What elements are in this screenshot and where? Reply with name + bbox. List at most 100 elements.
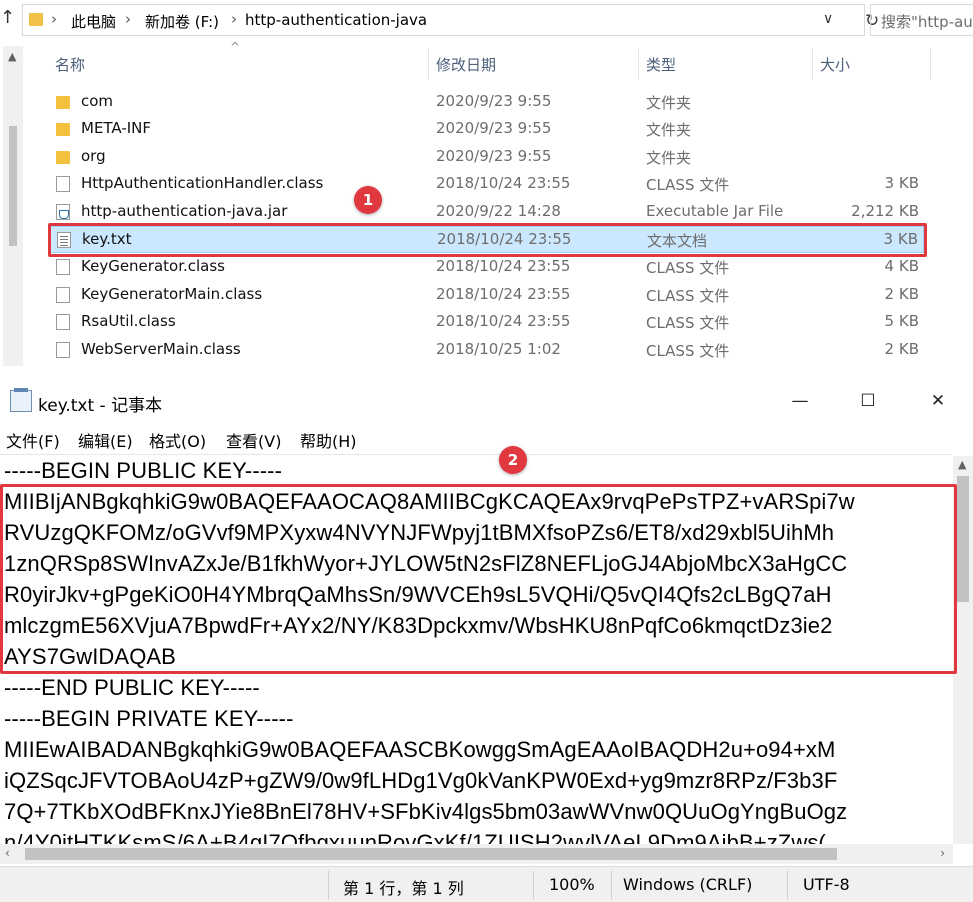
file-size: 2 KB — [884, 340, 919, 358]
column-divider[interactable] — [638, 48, 639, 80]
file-row[interactable]: WebServerMain.class 2018/10/25 1:02 CLAS… — [48, 337, 924, 364]
file-type: CLASS 文件 — [646, 259, 730, 277]
breadcrumb-folder[interactable]: http-authentication-java — [245, 11, 427, 29]
file-size: 4 KB — [884, 257, 919, 275]
maximize-button[interactable]: ☐ — [848, 386, 888, 416]
file-name: WebServerMain.class — [81, 340, 241, 358]
file-name: HttpAuthenticationHandler.class — [81, 174, 324, 192]
line-ending: Windows (CRLF) — [623, 875, 753, 894]
minimize-button[interactable]: — — [780, 386, 820, 416]
file-type: CLASS 文件 — [646, 342, 730, 360]
file-size: 2,212 KB — [851, 202, 919, 220]
folder-icon — [56, 123, 70, 136]
chevron-down-icon[interactable]: ∨ — [823, 11, 833, 27]
column-divider[interactable] — [812, 48, 813, 80]
file-type: CLASS 文件 — [646, 314, 730, 332]
file-type: 文件夹 — [646, 94, 692, 112]
file-type: CLASS 文件 — [646, 176, 730, 194]
notepad-window: key.txt - 记事本 — ☐ ✕ 文件(F) 编辑(E) 格式(O) 查看… — [0, 378, 973, 902]
column-header-date[interactable]: 修改日期 — [436, 54, 496, 86]
scroll-left-icon[interactable]: ‹ — [5, 846, 10, 860]
file-name: META-INF — [81, 119, 152, 137]
highlight-box — [0, 484, 957, 674]
text-line: -----BEGIN PRIVATE KEY----- — [4, 706, 294, 731]
scroll-up-icon[interactable]: ▲ — [8, 50, 16, 63]
chevron-right-icon: › — [51, 10, 57, 28]
column-divider[interactable] — [930, 48, 931, 80]
status-divider — [328, 871, 329, 899]
cursor-position: 第 1 行，第 1 列 — [343, 879, 464, 898]
file-date: 2018/10/24 23:55 — [436, 174, 571, 192]
file-row[interactable]: RsaUtil.class 2018/10/24 23:55 CLASS 文件 … — [48, 309, 924, 336]
file-date: 2018/10/24 23:55 — [436, 257, 571, 275]
chevron-right-icon: › — [125, 10, 131, 28]
column-header-name[interactable]: 名称 — [55, 54, 85, 86]
column-divider[interactable] — [428, 48, 429, 80]
search-placeholder: 搜索"http-au — [881, 13, 973, 31]
scrollbar-thumb[interactable] — [25, 848, 837, 860]
column-header-type[interactable]: 类型 — [646, 54, 676, 86]
jar-icon — [56, 204, 70, 220]
close-button[interactable]: ✕ — [918, 386, 958, 416]
search-input[interactable]: 搜索"http-au — [870, 4, 973, 36]
file-date: 2020/9/23 9:55 — [436, 92, 552, 110]
text-line: 7Q+7TKbXOdBFKnxJYie8BnEl78HV+SFbKiv4lgs5… — [4, 799, 848, 824]
file-type: CLASS 文件 — [646, 287, 730, 305]
file-name: RsaUtil.class — [81, 312, 176, 330]
breadcrumb-drive[interactable]: 新加卷 (F:) — [145, 11, 219, 32]
file-icon — [56, 342, 70, 358]
text-line: -----END PUBLIC KEY----- — [4, 675, 260, 700]
scroll-right-icon[interactable]: › — [940, 846, 945, 860]
file-icon — [56, 259, 70, 275]
file-row[interactable]: http-authentication-java.jar 2020/9/22 1… — [48, 199, 924, 226]
file-date: 2018/10/24 23:55 — [436, 312, 571, 330]
menu-edit[interactable]: 编辑(E) — [78, 428, 133, 452]
navigation-scrollbar[interactable]: ▲ — [3, 46, 23, 366]
text-line: -----BEGIN PUBLIC KEY----- — [4, 458, 283, 483]
file-size: 2 KB — [884, 285, 919, 303]
folder-icon — [56, 96, 70, 109]
scrollbar-thumb[interactable] — [9, 126, 17, 246]
file-type: Executable Jar File — [646, 202, 784, 220]
address-row: ↑ › 此电脑 › 新加卷 (F:) › http-authentication… — [0, 0, 973, 42]
file-row[interactable]: KeyGeneratorMain.class 2018/10/24 23:55 … — [48, 282, 924, 309]
folder-icon — [29, 13, 43, 26]
file-icon — [56, 314, 70, 330]
scrollbar-thumb[interactable] — [957, 476, 969, 602]
editor-horizontal-scrollbar[interactable]: ‹ › — [0, 844, 953, 864]
encoding: UTF-8 — [803, 875, 850, 894]
text-line: MIIEwAIBADANBgkqhkiG9w0BAQEFAASCBKowggSm… — [4, 737, 836, 762]
up-arrow-icon[interactable]: ↑ — [0, 7, 18, 35]
scroll-up-icon[interactable]: ▲ — [958, 458, 966, 471]
file-date: 2020/9/23 9:55 — [436, 119, 552, 137]
file-name: org — [81, 147, 106, 165]
breadcrumb-this-pc[interactable]: 此电脑 — [71, 11, 116, 32]
column-header-size[interactable]: 大小 — [820, 54, 850, 86]
highlight-box — [48, 223, 927, 257]
window-title: key.txt - 记事本 — [38, 396, 163, 416]
zoom-level: 100% — [549, 875, 595, 894]
file-date: 2018/10/25 1:02 — [436, 340, 561, 358]
menu-view[interactable]: 查看(V) — [226, 428, 281, 452]
address-bar[interactable]: › 此电脑 › 新加卷 (F:) › http-authentication-j… — [22, 4, 879, 36]
file-name: com — [81, 92, 114, 110]
chevron-right-icon: › — [231, 10, 237, 28]
file-type: 文件夹 — [646, 149, 692, 167]
file-icon — [56, 176, 70, 192]
file-row[interactable]: org 2020/9/23 9:55 文件夹 — [48, 144, 924, 171]
file-row[interactable]: HttpAuthenticationHandler.class 2018/10/… — [48, 171, 924, 198]
menu-format[interactable]: 格式(O) — [149, 428, 206, 452]
file-explorer-window: ↑ › 此电脑 › 新加卷 (F:) › http-authentication… — [0, 0, 973, 372]
text-line: iQZSqcJFVTOBAoU4zP+gZW9/0w9fLHDg1Vg0kVan… — [4, 768, 838, 793]
status-bar: 第 1 行，第 1 列 100% Windows (CRLF) UTF-8 — [0, 866, 973, 902]
status-divider — [611, 871, 612, 899]
file-size: 5 KB — [884, 312, 919, 330]
file-row[interactable]: com 2020/9/23 9:55 文件夹 — [48, 89, 924, 116]
menu-help[interactable]: 帮助(H) — [300, 428, 357, 452]
file-row[interactable]: KeyGenerator.class 2018/10/24 23:55 CLAS… — [48, 254, 924, 281]
file-row[interactable]: META-INF 2020/9/23 9:55 文件夹 — [48, 116, 924, 143]
menu-file[interactable]: 文件(F) — [6, 428, 60, 452]
title-bar[interactable]: key.txt - 记事本 — ☐ ✕ — [0, 378, 973, 424]
sort-ascending-icon: ^ — [230, 40, 241, 54]
status-divider — [787, 871, 788, 899]
